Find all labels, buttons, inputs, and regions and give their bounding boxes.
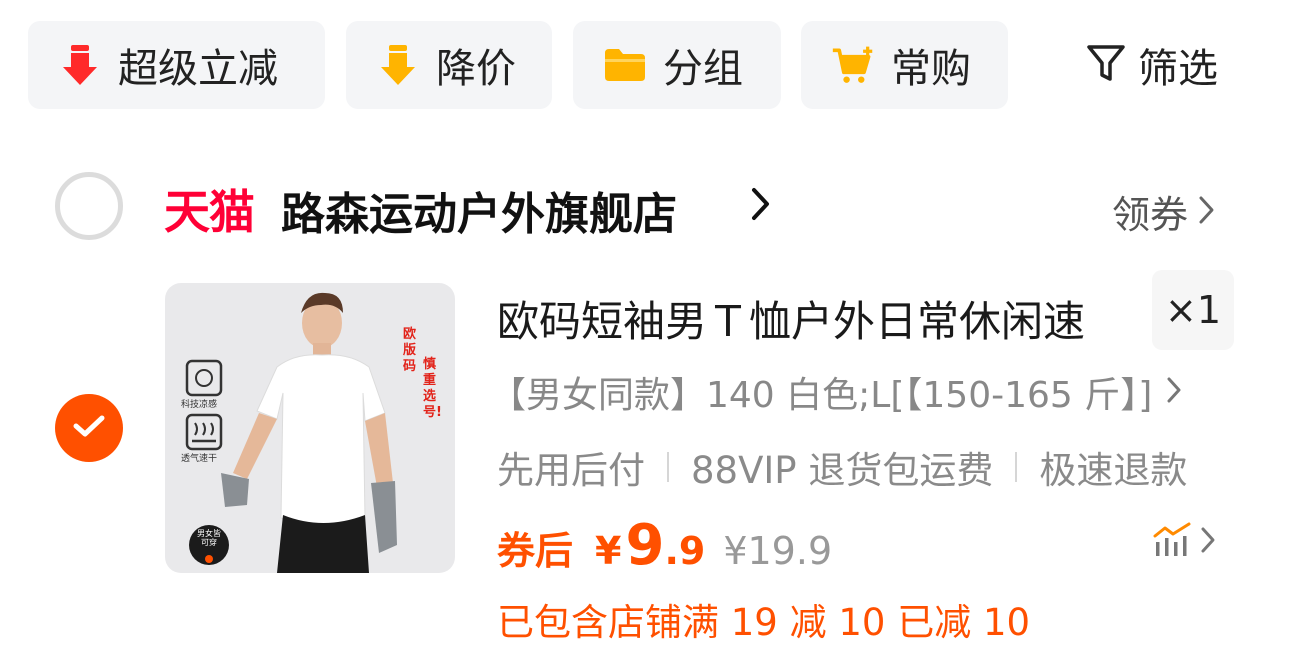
- divider: [667, 452, 669, 482]
- feature-cooling-label: 科技凉感: [181, 400, 218, 410]
- filter-chip-price-drop[interactable]: 降价: [346, 21, 552, 109]
- divider: [1015, 452, 1018, 482]
- folder-icon: [603, 43, 647, 87]
- price-decimal: .9: [664, 529, 706, 573]
- filter-chip-frequent[interactable]: 常购: [801, 21, 1008, 109]
- chip-label: 分组: [663, 46, 743, 92]
- yellow-down-arrow-icon: [376, 43, 420, 87]
- chevron-right-icon: [1188, 190, 1216, 234]
- price-integer: 9: [625, 513, 665, 578]
- cart-plus-icon: [831, 43, 875, 87]
- product-thumbnail[interactable]: 欧版码 慎重选号! 科技凉感 透气速干 男女皆可穿: [165, 283, 455, 573]
- funnel-icon: [1086, 42, 1126, 88]
- get-coupon-button[interactable]: 领券: [1112, 184, 1216, 239]
- filter-chip-group[interactable]: 分组: [573, 21, 781, 109]
- service-tag: 极速退款: [1039, 449, 1188, 492]
- red-down-arrow-icon: [58, 43, 102, 87]
- currency-symbol: ¥: [595, 529, 622, 573]
- service-tag: 88VIP 退货包运费: [691, 449, 994, 492]
- chip-label: 常购: [891, 46, 971, 92]
- price-trend-button[interactable]: [1152, 522, 1216, 562]
- promo-text: 已包含店铺满 19 减 10 已减 10: [497, 601, 1031, 644]
- chevron-right-icon[interactable]: [750, 186, 772, 226]
- feature-breathable-label: 透气速干: [181, 454, 218, 464]
- badge-eu-size: 欧版码: [403, 327, 417, 374]
- filter-chip-super-discount[interactable]: 超级立减: [28, 21, 325, 109]
- chip-label: 超级立减: [118, 46, 278, 92]
- unisex-badge: 男女皆可穿: [197, 529, 221, 547]
- product-title[interactable]: 欧码短袖男Ｔ恤户外日常休闲速: [497, 288, 1085, 349]
- price-prefix: 券后: [497, 529, 574, 573]
- sku-text: 【男女同款】140 白色;L[【150-165 斤】]: [490, 375, 1153, 416]
- tmall-logo: 天猫: [164, 185, 255, 239]
- filter-button[interactable]: 筛选: [1086, 21, 1218, 109]
- price-trend-icon: [1152, 522, 1192, 562]
- service-tag: 先用后付: [497, 449, 645, 492]
- chevron-right-icon: [1200, 526, 1216, 558]
- sku-selector[interactable]: 【男女同款】140 白色;L[【150-165 斤】]: [490, 366, 1182, 418]
- coupon-label: 领券: [1112, 193, 1189, 237]
- filter-label: 筛选: [1138, 46, 1218, 92]
- item-select-checkbox[interactable]: [55, 394, 123, 462]
- quantity-stepper[interactable]: ×1: [1152, 270, 1234, 350]
- price-row: 券后 ¥ 9 .9 ¥19.9: [497, 513, 833, 578]
- store-select-checkbox[interactable]: [55, 172, 123, 240]
- chevron-right-icon: [1152, 372, 1182, 413]
- store-name[interactable]: 路森运动户外旗舰店: [281, 178, 677, 242]
- badge-choose-carefully: 慎重选号!: [423, 357, 442, 420]
- original-price: ¥19.9: [723, 529, 833, 573]
- chip-label: 降价: [436, 46, 516, 92]
- service-tags: 先用后付 88VIP 退货包运费 极速退款: [497, 440, 1187, 494]
- check-icon: [72, 413, 106, 443]
